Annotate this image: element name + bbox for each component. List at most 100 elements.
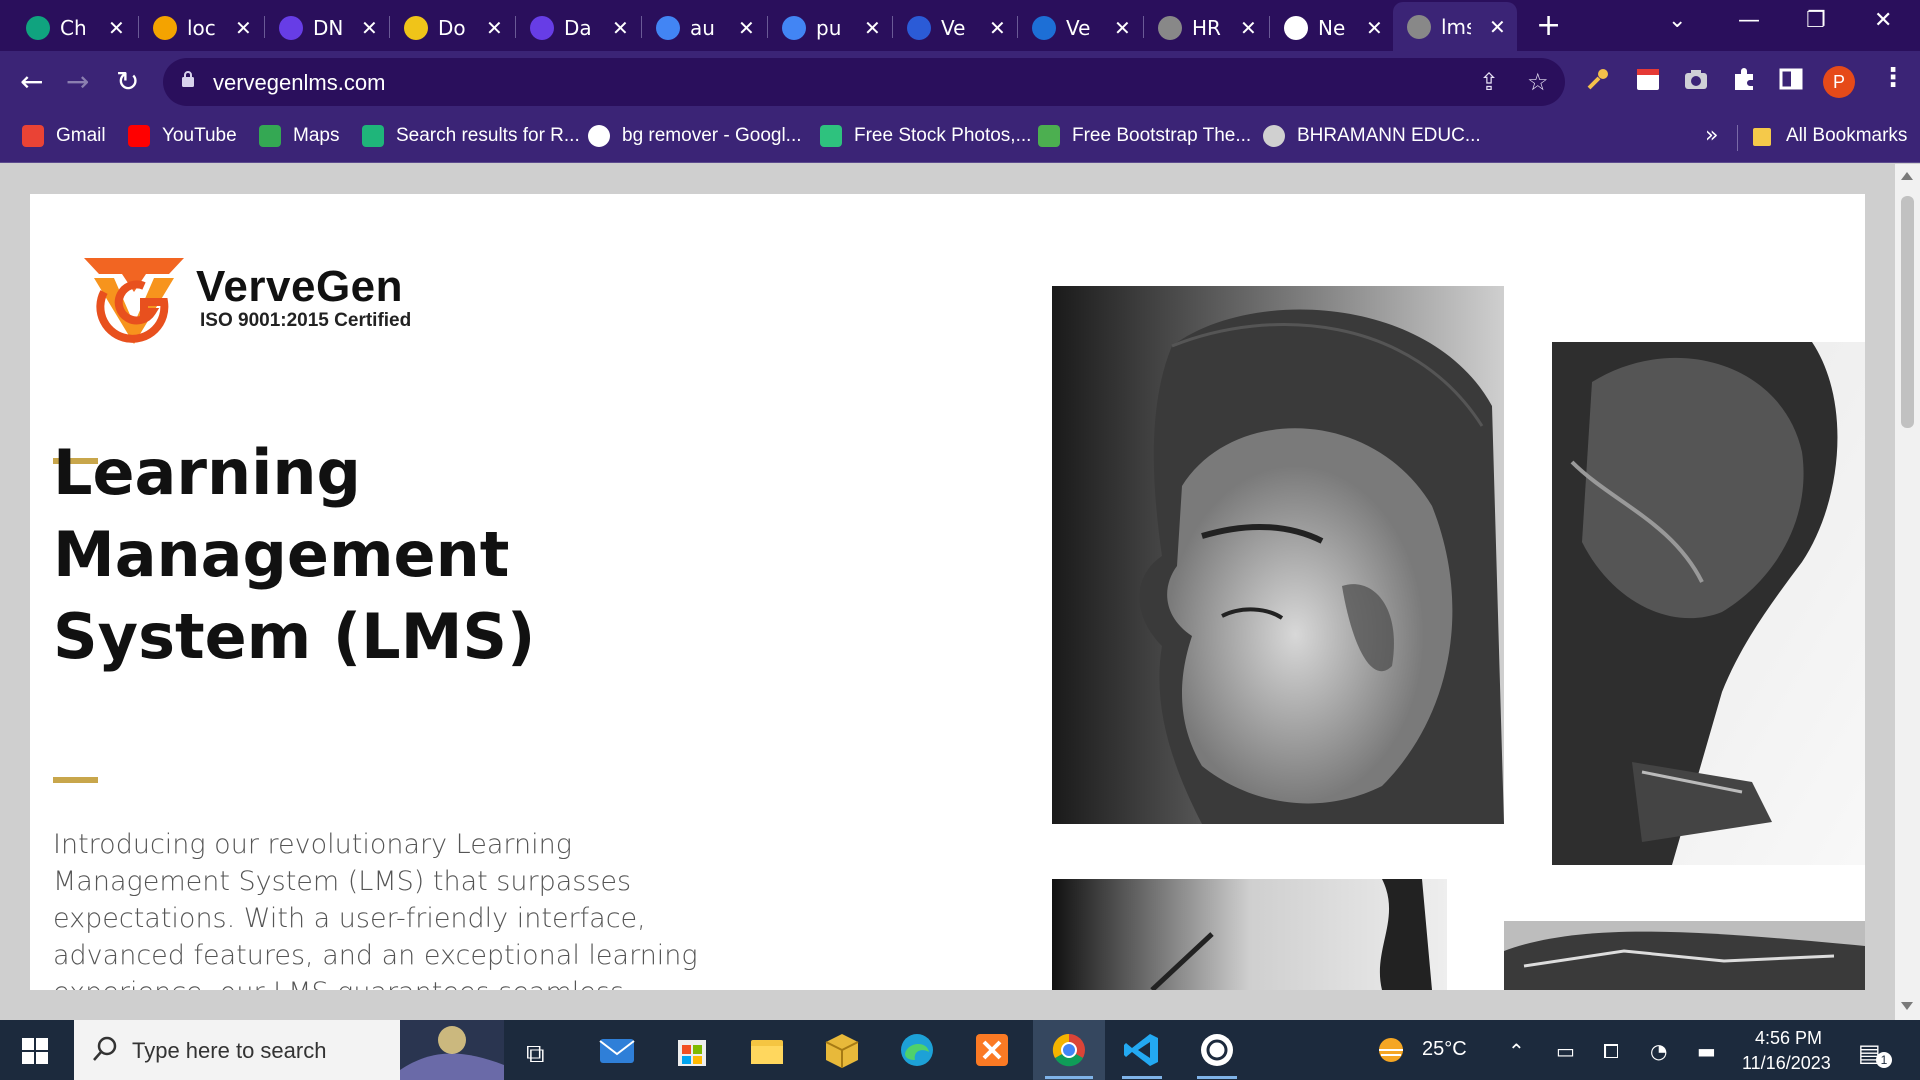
browser-tab[interactable]: HR ✕ <box>1144 4 1270 51</box>
bookmark-label: Gmail <box>56 125 106 146</box>
bookmark-item[interactable]: Maps <box>259 125 339 147</box>
wifi-icon[interactable]: ◔ <box>1650 1039 1667 1063</box>
browser-tab[interactable]: Ve ✕ <box>1018 4 1144 51</box>
address-bar[interactable]: vervegenlms.com ⇪ ☆ <box>163 58 1565 106</box>
vscode-icon[interactable] <box>1122 1030 1162 1070</box>
tab-separator <box>515 16 516 38</box>
camera-extension-icon[interactable] <box>1683 66 1709 92</box>
search-icon <box>93 1036 117 1061</box>
back-button[interactable]: ← <box>20 65 43 98</box>
tab-title: Ve <box>941 15 966 40</box>
mail-app-icon[interactable] <box>597 1030 637 1070</box>
eye-closeup-photo <box>1052 879 1447 990</box>
hostinger-icon <box>530 15 554 40</box>
tab-title: Ve <box>1066 15 1091 40</box>
close-tab-icon[interactable]: ✕ <box>1366 16 1383 40</box>
close-tab-icon[interactable]: ✕ <box>1240 16 1257 40</box>
display-icon[interactable]: ⧠ <box>1603 1039 1619 1063</box>
battery-icon[interactable]: ▬ <box>1697 1039 1716 1063</box>
side-panel-icon[interactable] <box>1778 66 1804 92</box>
tab-title: Ch <box>60 15 87 40</box>
windows-start-icon[interactable] <box>22 1038 48 1064</box>
close-window-button[interactable]: ✕ <box>1874 8 1892 33</box>
clock-date[interactable]: 11/16/2023 <box>1742 1053 1831 1074</box>
browser-tab[interactable]: lms ✕ <box>1393 2 1517 51</box>
tab-separator <box>1017 16 1018 38</box>
bookmark-item[interactable]: Free Stock Photos,... <box>820 125 1031 147</box>
tab-title: lms <box>1441 14 1471 39</box>
weather-sun-icon[interactable] <box>1373 1032 1409 1068</box>
browser-tab[interactable]: Do ✕ <box>390 4 516 51</box>
meet-now-icon[interactable]: ▭ <box>1556 1039 1575 1063</box>
bookmark-item[interactable]: bg remover - Googl... <box>588 125 802 147</box>
tab-title: loc <box>187 15 216 40</box>
maps-icon <box>259 125 281 147</box>
color-picker-extension-icon[interactable] <box>1585 66 1611 92</box>
close-tab-icon[interactable]: ✕ <box>486 16 503 40</box>
browser-tab[interactable]: Ch ✕ <box>12 4 138 51</box>
taskbar-search-box[interactable]: Type here to search <box>74 1020 504 1080</box>
close-tab-icon[interactable]: ✕ <box>361 16 378 40</box>
reload-button[interactable]: ↻ <box>116 65 139 98</box>
restore-button[interactable]: ❐ <box>1806 8 1826 33</box>
close-tab-icon[interactable]: ✕ <box>738 16 755 40</box>
scroll-up-arrow-icon[interactable] <box>1901 172 1913 180</box>
bookmark-item[interactable]: BHRAMANN EDUC... <box>1263 125 1481 147</box>
more-bookmarks-button[interactable]: » <box>1705 123 1718 148</box>
chatgpt-app-icon[interactable] <box>1197 1030 1237 1070</box>
gmail-icon <box>22 125 44 147</box>
bookmark-item[interactable]: Search results for R... <box>362 125 580 147</box>
browser-tab[interactable]: DN ✕ <box>265 4 391 51</box>
tab-search-chevron-icon[interactable]: ⌄ <box>1668 8 1686 33</box>
sheet-icon <box>656 15 680 40</box>
scrollbar-thumb[interactable] <box>1901 196 1914 428</box>
close-tab-icon[interactable]: ✕ <box>235 16 252 40</box>
bookmark-item[interactable]: Free Bootstrap The... <box>1038 125 1251 147</box>
browser-tab[interactable]: pu ✕ <box>768 4 894 51</box>
microsoft-store-icon[interactable] <box>672 1030 712 1070</box>
scroll-down-arrow-icon[interactable] <box>1901 1002 1913 1010</box>
extensions-puzzle-icon[interactable] <box>1731 66 1757 92</box>
close-tab-icon[interactable]: ✕ <box>864 16 881 40</box>
share-icon[interactable]: ⇪ <box>1479 68 1499 96</box>
search-placeholder[interactable]: Type here to search <box>132 1038 326 1064</box>
tab-strip: Ch ✕ loc ✕ DN ✕ Do ✕ Da ✕ au ✕ pu ✕ Ve ✕ Ve ✕ HR ✕ Ne ✕ lms ✕ <box>0 0 1920 51</box>
bookmark-star-icon[interactable]: ☆ <box>1527 68 1549 96</box>
close-tab-icon[interactable]: ✕ <box>1489 15 1506 39</box>
tab-title: Da <box>564 15 592 40</box>
browser-tab[interactable]: au ✕ <box>642 4 768 51</box>
edge-browser-icon[interactable] <box>897 1030 937 1070</box>
browser-tab[interactable]: loc ✕ <box>139 4 265 51</box>
browser-tab[interactable]: Da ✕ <box>516 4 642 51</box>
bookmark-item[interactable]: Gmail <box>22 125 106 147</box>
package-app-icon[interactable] <box>822 1030 862 1070</box>
globe-icon <box>1407 14 1431 39</box>
all-bookmarks-button[interactable]: All Bookmarks <box>1752 125 1907 147</box>
clock-time[interactable]: 4:56 PM <box>1755 1028 1822 1049</box>
page-scrollbar[interactable] <box>1895 164 1920 1020</box>
doc-icon <box>404 15 428 40</box>
chrome-browser-icon[interactable] <box>1049 1030 1089 1070</box>
task-view-icon[interactable]: ⧉ <box>526 1039 545 1070</box>
bookmark-label: YouTube <box>162 125 237 146</box>
close-tab-icon[interactable]: ✕ <box>989 16 1006 40</box>
new-tab-button[interactable]: + <box>1536 8 1561 43</box>
profile-avatar[interactable]: P <box>1823 66 1855 98</box>
forward-button[interactable]: → <box>66 65 89 98</box>
url-text[interactable]: vervegenlms.com <box>213 70 385 96</box>
close-tab-icon[interactable]: ✕ <box>612 16 629 40</box>
close-tab-icon[interactable]: ✕ <box>108 16 125 40</box>
minimize-button[interactable]: — <box>1738 8 1760 33</box>
bookmark-item[interactable]: YouTube <box>128 125 237 147</box>
vervegen-logo-icon[interactable] <box>74 252 194 347</box>
xampp-icon[interactable] <box>972 1030 1012 1070</box>
show-hidden-icons-chevron-icon[interactable]: ⌃ <box>1508 1039 1525 1063</box>
browser-tab[interactable]: Ve ✕ <box>893 4 1019 51</box>
browser-menu-icon[interactable]: ⋮ <box>1880 63 1906 93</box>
calendar-extension-icon[interactable] <box>1635 66 1661 92</box>
weather-temperature[interactable]: 25°C <box>1422 1038 1467 1061</box>
browser-tab[interactable]: Ne ✕ <box>1270 4 1394 51</box>
lock-icon[interactable] <box>181 70 195 88</box>
close-tab-icon[interactable]: ✕ <box>1114 16 1131 40</box>
file-explorer-icon[interactable] <box>747 1030 787 1070</box>
